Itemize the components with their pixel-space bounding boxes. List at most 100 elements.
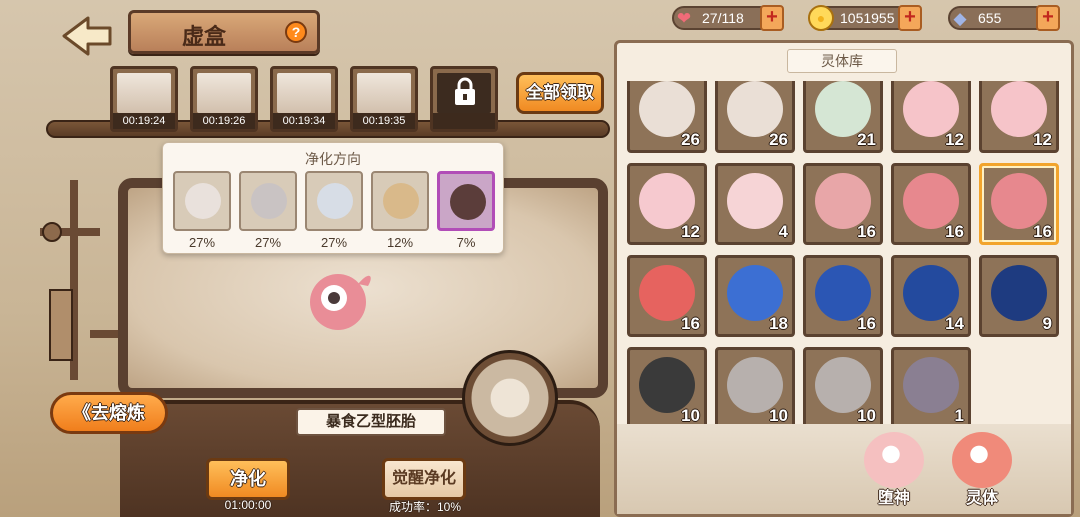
spirit-image	[727, 356, 783, 413]
spirit-image	[639, 81, 695, 137]
claim-all-button[interactable]: 全部领取	[516, 72, 604, 114]
gold-counter: ● 1051955 +	[808, 5, 922, 31]
item-count: 18	[769, 314, 788, 333]
spirit-slot-image	[357, 73, 411, 113]
incubation-slot-2[interactable]: 00:19:26	[190, 66, 258, 132]
inventory-item[interactable]: 4	[715, 163, 795, 245]
incubation-slot-3[interactable]: 00:19:34	[270, 66, 338, 132]
incubation-slot-4[interactable]: 00:19:35	[350, 66, 418, 132]
spirit-image	[815, 81, 871, 137]
stamina-counter: ❤ 27/118 +	[672, 5, 784, 31]
purify-option-4[interactable]	[371, 171, 429, 231]
inventory-item[interactable]: 12	[891, 81, 971, 153]
purify-direction-panel: 净化方向 27% 27% 27% 12% 7%	[162, 142, 504, 254]
machine-pipes	[40, 180, 130, 380]
item-count: 10	[681, 406, 700, 425]
purify-option-image	[450, 184, 486, 220]
spirit-image	[991, 264, 1047, 321]
inventory-item[interactable]: 10	[803, 347, 883, 429]
item-count: 16	[857, 314, 876, 333]
nav-spirits[interactable]: 灵体	[946, 432, 1018, 508]
item-count: 4	[778, 222, 788, 241]
game-screen: 虚盒 ? ❤ 27/118 + ● 1051955 + ◆ 655 + 00:1…	[0, 0, 1080, 517]
nav-fallen-gods[interactable]: 堕神	[858, 432, 930, 508]
item-count: 9	[1042, 314, 1052, 333]
success-rate: 成功率：10%	[388, 500, 462, 514]
inventory-item[interactable]: 21	[803, 81, 883, 153]
spirit-image	[903, 81, 959, 137]
spirit-image	[903, 264, 959, 321]
purify-option-3[interactable]	[305, 171, 363, 231]
add-crystal-button[interactable]: +	[1036, 5, 1060, 31]
purify-option-5[interactable]	[437, 171, 495, 231]
purify-option-percent: 27%	[320, 235, 348, 250]
inventory-item[interactable]: 16	[803, 163, 883, 245]
lock-icon	[455, 77, 475, 105]
help-button[interactable]: ?	[285, 21, 307, 43]
spirit-image	[639, 356, 695, 413]
spirit-image	[815, 264, 871, 321]
purify-option-percent: 27%	[254, 235, 282, 250]
purify-option-percent: 12%	[386, 235, 414, 250]
inventory-item[interactable]: 16	[979, 163, 1059, 245]
spirit-image	[639, 264, 695, 321]
page-title: 虚盒	[181, 24, 226, 49]
item-count: 10	[769, 406, 788, 425]
purify-option-2[interactable]	[239, 171, 297, 231]
spirit-image	[815, 172, 871, 229]
spirit-image	[639, 172, 695, 229]
inventory-item[interactable]: 1	[891, 347, 971, 429]
item-count: 16	[1033, 222, 1052, 241]
target-spirit-image	[310, 274, 371, 330]
inventory-item[interactable]: 16	[627, 255, 707, 337]
inventory-item[interactable]: 12	[979, 81, 1059, 153]
inventory-item[interactable]: 12	[627, 163, 707, 245]
item-count: 14	[945, 314, 964, 333]
item-count: 16	[945, 222, 964, 241]
purify-option-image	[251, 183, 287, 219]
inventory-item[interactable]: 18	[715, 255, 795, 337]
add-stamina-button[interactable]: +	[760, 5, 784, 31]
slot-timer: 00:19:34	[273, 113, 335, 129]
item-count: 16	[681, 314, 700, 333]
inventory-item[interactable]: 14	[891, 255, 971, 337]
spirit-image	[727, 172, 783, 229]
spirit-icon	[952, 432, 1012, 488]
locked-slot[interactable]	[430, 66, 498, 132]
crystal-icon: ◆	[953, 9, 967, 28]
item-count: 1	[954, 406, 964, 425]
purify-option-percent: 7%	[456, 235, 476, 250]
item-count: 10	[857, 406, 876, 425]
awaken-purify-button[interactable]: 觉醒净化	[382, 458, 466, 500]
incubation-slot-1[interactable]: 00:19:24	[110, 66, 178, 132]
item-count: 16	[857, 222, 876, 241]
title-board: 虚盒 ?	[128, 10, 320, 54]
inventory-item[interactable]: 10	[627, 347, 707, 429]
purify-button[interactable]: 净化	[206, 458, 290, 500]
coin-icon: ●	[808, 5, 834, 31]
add-gold-button[interactable]: +	[898, 5, 922, 31]
machine-wheel	[462, 350, 558, 446]
purify-panel-title: 净化方向	[305, 151, 361, 167]
inventory-grid: 26 26 21 12 12 12 4 16 16 16 16 18 16 14 9 10 10 10 1	[627, 81, 1067, 431]
nav-label: 灵体	[965, 490, 998, 507]
purify-time: 01:00:00	[224, 498, 272, 512]
target-name-label: 暴食乙型胚胎	[296, 408, 446, 436]
inventory-item[interactable]: 26	[627, 81, 707, 153]
go-refine-button[interactable]: 《去熔炼	[50, 392, 168, 434]
purify-option-1[interactable]	[173, 171, 231, 231]
spirit-image	[815, 356, 871, 413]
item-count: 12	[945, 130, 964, 149]
inventory-item[interactable]: 16	[803, 255, 883, 337]
item-count: 12	[1033, 130, 1052, 149]
inventory-item[interactable]: 16	[891, 163, 971, 245]
spirit-slot-image	[277, 73, 331, 113]
slot-timer: 00:19:35	[353, 113, 415, 129]
inventory-item[interactable]: 9	[979, 255, 1059, 337]
inventory-tab[interactable]: 灵体库	[787, 49, 897, 73]
back-arrow-icon[interactable]	[58, 14, 114, 58]
slot-timer: 00:19:24	[113, 113, 175, 129]
inventory-item[interactable]: 26	[715, 81, 795, 153]
inventory-item[interactable]: 10	[715, 347, 795, 429]
heart-icon: ❤	[676, 9, 692, 28]
